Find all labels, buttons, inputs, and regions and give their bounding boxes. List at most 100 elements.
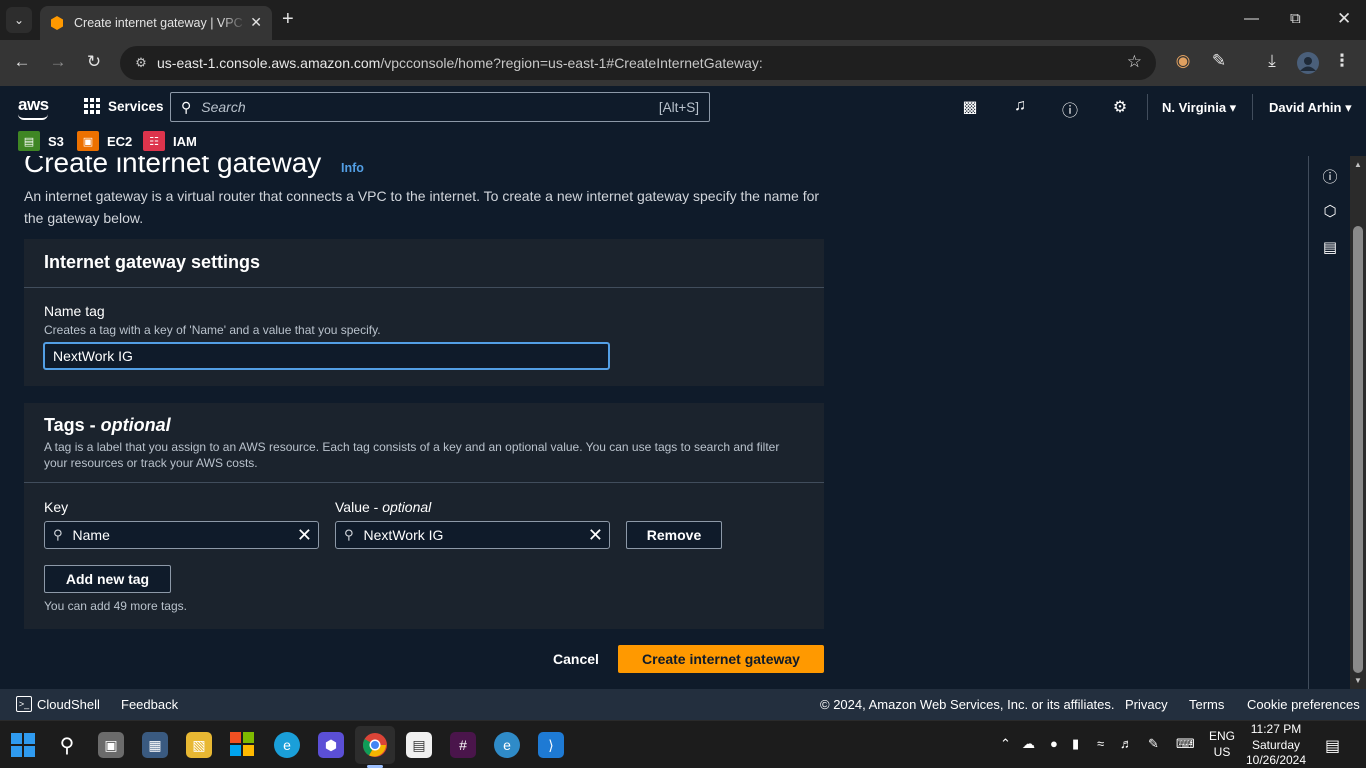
favorite-iam[interactable]: ☷ IAM <box>143 131 197 151</box>
favorite-ec2[interactable]: ▣ EC2 <box>77 131 132 151</box>
copilot-icon[interactable]: ⬢ <box>318 732 344 758</box>
cookie-preferences-link[interactable]: Cookie preferences <box>1247 697 1360 712</box>
aws-logo[interactable]: aws <box>18 95 49 115</box>
page-title: Create internet gateway <box>24 156 322 178</box>
cancel-button[interactable]: Cancel <box>553 651 599 667</box>
name-tag-label: Name tag <box>44 303 105 319</box>
edge-icon[interactable]: e <box>274 732 300 758</box>
tab-close-icon[interactable]: ✕ <box>250 14 262 31</box>
clear-icon[interactable]: ✕ <box>297 525 312 546</box>
ec2-icon: ▣ <box>77 131 99 151</box>
search-input[interactable] <box>201 99 659 115</box>
chrome-icon[interactable] <box>362 732 388 758</box>
vscode-icon[interactable]: ⟩ <box>538 732 564 758</box>
aws-top-nav: aws Services ⚲ [Alt+S] ▩ ♫ ⓘ ⚙ N. Virgin… <box>0 86 1366 128</box>
keyboard-icon[interactable]: ⌨ <box>1176 736 1195 752</box>
terms-link[interactable]: Terms <box>1189 697 1224 712</box>
scroll-down-icon[interactable]: ▼ <box>1354 676 1362 685</box>
tag-value-field[interactable]: ⚲ ✕ <box>335 521 610 549</box>
aws-logo-smile <box>18 114 48 120</box>
minimize-button[interactable]: — <box>1244 10 1259 27</box>
services-menu-button[interactable]: Services <box>84 98 164 114</box>
tray-overflow-icon[interactable]: ⌃ <box>1000 736 1011 752</box>
search-icon: ⚲ <box>53 527 63 542</box>
extensions-icon[interactable]: ✎ <box>1208 51 1230 71</box>
add-new-tag-button[interactable]: Add new tag <box>44 565 171 593</box>
cloudshell-link[interactable]: CloudShell <box>37 697 100 712</box>
tag-key-input[interactable] <box>72 527 297 543</box>
back-button[interactable]: ← <box>11 52 33 72</box>
help-icon[interactable]: ⓘ <box>1060 97 1080 121</box>
grid-icon <box>84 98 100 114</box>
bookmark-star-icon[interactable]: ☆ <box>1127 52 1142 72</box>
language-indicator[interactable]: ENG US <box>1209 728 1235 760</box>
cloudshell-footer-icon: >_ <box>16 696 32 712</box>
slack-icon[interactable]: # <box>450 732 476 758</box>
settings-gear-icon[interactable]: ⚙ <box>1110 97 1130 117</box>
info-link[interactable]: Info <box>341 161 364 175</box>
feedback-screen-icon[interactable]: ▤ <box>1320 238 1340 256</box>
tags-panel-title: Tags - optional <box>44 415 171 435</box>
close-window-button[interactable]: ✕ <box>1337 9 1351 29</box>
file-explorer-icon[interactable]: ▧ <box>186 732 212 758</box>
browser-tab-active[interactable]: Create internet gateway | VPC M ✕ <box>40 6 272 40</box>
scroll-up-icon[interactable]: ▲ <box>1354 160 1362 169</box>
volume-icon[interactable]: ♬ <box>1120 736 1133 751</box>
site-info-icon[interactable]: ⚙ <box>132 54 150 72</box>
tags-remaining-hint: You can add 49 more tags. <box>44 599 187 613</box>
windows-start-icon[interactable] <box>11 733 35 757</box>
privacy-link[interactable]: Privacy <box>1125 697 1168 712</box>
tab-title: Create internet gateway | VPC M <box>74 16 246 30</box>
restore-button[interactable]: ⧉ <box>1290 10 1301 27</box>
microsoft-store-icon[interactable] <box>230 732 254 756</box>
profile-avatar[interactable] <box>1297 52 1319 74</box>
pen-icon[interactable]: ✎ <box>1148 736 1159 752</box>
page-scrollbar[interactable]: ▲ ▼ <box>1350 156 1366 689</box>
favorite-s3[interactable]: ▤ S3 <box>18 131 64 151</box>
battery-icon[interactable]: ▮ <box>1072 736 1079 752</box>
edge-dev-icon[interactable]: e <box>494 732 520 758</box>
reload-button[interactable]: ↻ <box>83 52 105 72</box>
tag-value-input[interactable] <box>363 527 588 543</box>
settings-panel: Internet gateway settings Name tag Creat… <box>24 239 824 386</box>
feedback-link[interactable]: Feedback <box>121 697 178 712</box>
scroll-thumb[interactable] <box>1353 226 1363 673</box>
search-icon: ⚲ <box>181 98 192 115</box>
key-label: Key <box>44 499 69 515</box>
browser-toolbar: ← → ↻ ⚙ us-east-1.console.aws.amazon.com… <box>0 40 1366 86</box>
wifi-icon[interactable]: ≈ <box>1097 736 1104 751</box>
browser-tabstrip: ⌄ Create internet gateway | VPC M ✕ + — … <box>0 0 1366 40</box>
info-panel-icon[interactable]: ⓘ <box>1320 166 1340 187</box>
onedrive-icon[interactable]: ☁ <box>1022 736 1035 752</box>
widgets-icon[interactable]: ▦ <box>142 732 168 758</box>
region-selector[interactable]: N. Virginia ▾ <box>1162 100 1236 116</box>
task-view-icon[interactable]: ▣ <box>98 732 124 758</box>
system-clock[interactable]: 11:27 PM Saturday 10/26/2024 <box>1244 722 1308 768</box>
notifications-bell-icon[interactable]: ♫ <box>1010 97 1030 115</box>
url-text: us-east-1.console.aws.amazon.com/vpccons… <box>157 55 763 71</box>
download-icon[interactable]: ⤓ <box>1261 51 1283 71</box>
notepad-icon[interactable]: ▤ <box>406 732 432 758</box>
cloudshell-icon[interactable]: ▩ <box>960 97 980 117</box>
account-menu[interactable]: David Arhin ▾ <box>1269 100 1352 116</box>
hexagon-icon[interactable]: ⬡ <box>1320 202 1340 220</box>
search-box[interactable]: ⚲ [Alt+S] <box>170 92 710 122</box>
microphone-icon[interactable]: ● <box>1050 736 1058 751</box>
address-bar[interactable]: ⚙ us-east-1.console.aws.amazon.com/vpcco… <box>120 46 1156 80</box>
new-tab-button[interactable]: + <box>282 9 294 29</box>
favorite-label: IAM <box>173 133 197 149</box>
services-label: Services <box>108 98 164 114</box>
name-tag-input[interactable] <box>43 342 610 370</box>
remove-tag-button[interactable]: Remove <box>626 521 722 549</box>
notifications-icon[interactable]: ▤ <box>1325 736 1340 756</box>
cookie-extension-icon[interactable]: ◉ <box>1172 51 1194 71</box>
browser-menu-icon[interactable]: ⋮ <box>1331 51 1353 71</box>
favorite-label: EC2 <box>107 133 133 149</box>
forward-button[interactable]: → <box>47 52 69 72</box>
search-icon[interactable]: ⚲ <box>54 732 80 758</box>
console-footer: >_ CloudShell Feedback © 2024, Amazon We… <box>0 689 1366 720</box>
tab-search-button[interactable]: ⌄ <box>6 7 32 33</box>
clear-icon[interactable]: ✕ <box>588 525 603 546</box>
create-internet-gateway-button[interactable]: Create internet gateway <box>618 645 824 673</box>
tag-key-field[interactable]: ⚲ ✕ <box>44 521 319 549</box>
